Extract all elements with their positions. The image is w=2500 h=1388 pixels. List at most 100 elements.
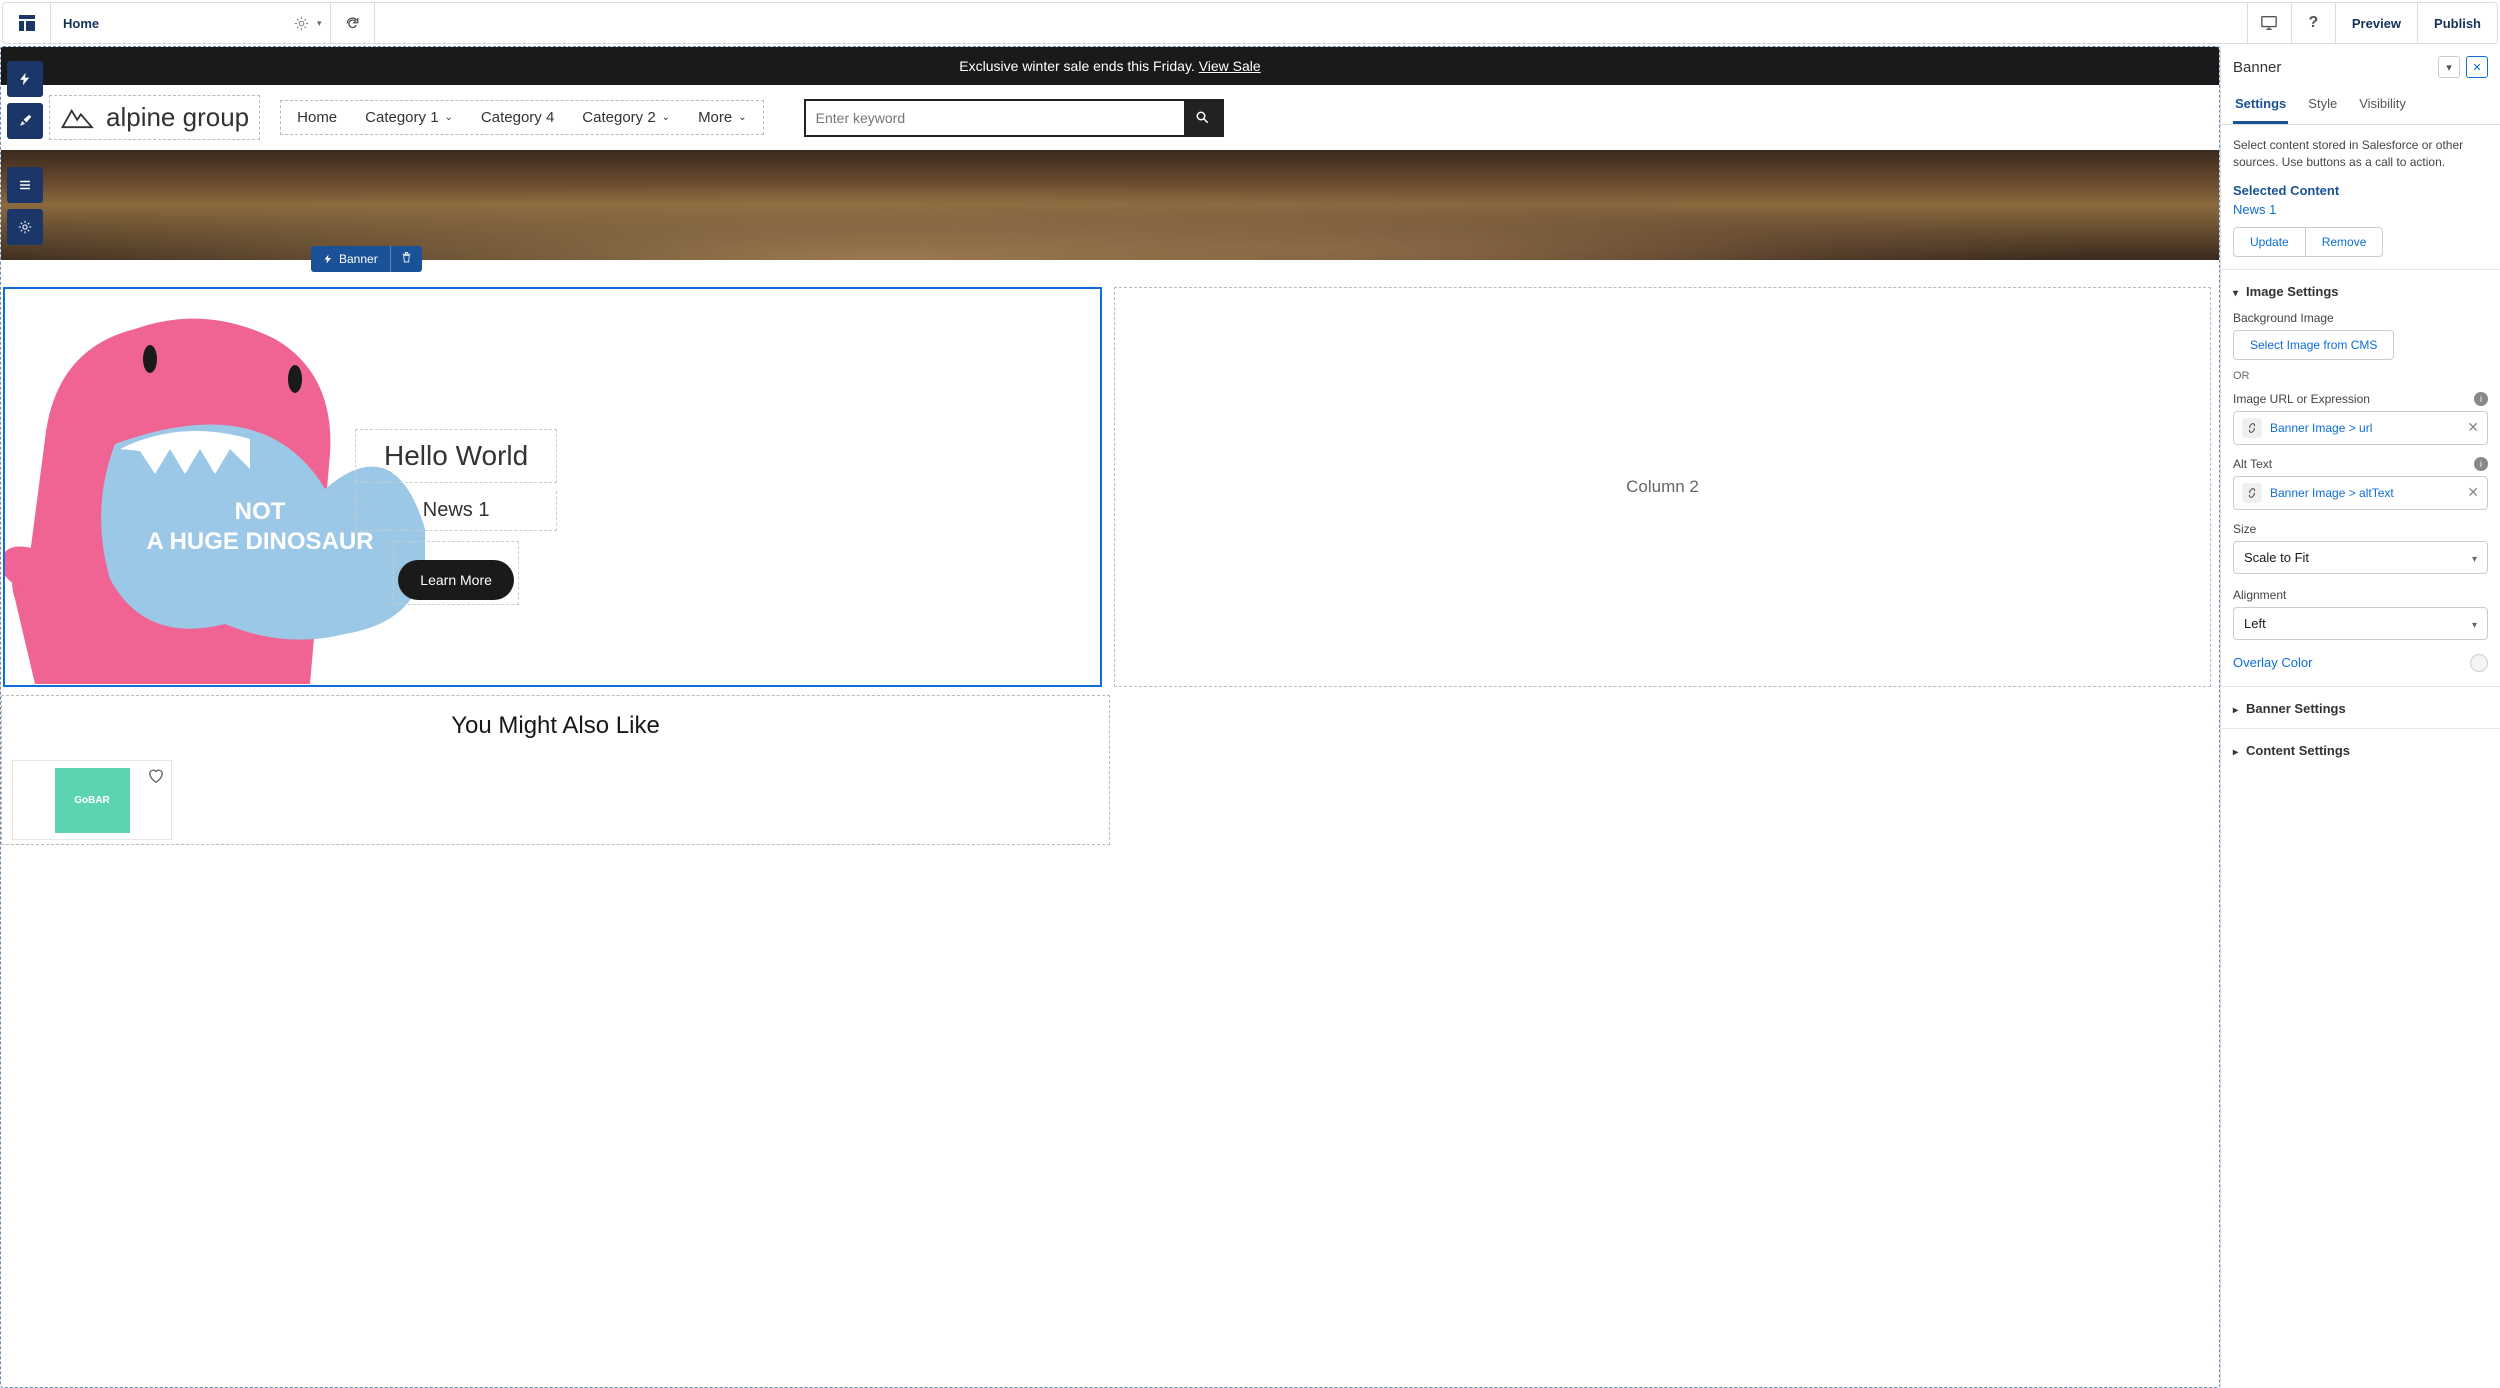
help-button[interactable]: ?	[2291, 3, 2335, 43]
panel-description: Select content stored in Salesforce or o…	[2233, 137, 2488, 171]
info-icon[interactable]: i	[2474, 457, 2488, 471]
alignment-value: Left	[2244, 616, 2472, 631]
preview-button[interactable]: Preview	[2335, 3, 2417, 43]
banner-title[interactable]: Hello World	[355, 429, 557, 483]
hero-image	[1, 150, 2219, 260]
tab-visibility[interactable]: Visibility	[2357, 88, 2408, 124]
close-icon: ✕	[2472, 61, 2481, 74]
heart-icon[interactable]	[147, 767, 165, 785]
banner-subtitle[interactable]: News 1	[355, 491, 557, 531]
chevron-down-icon: ⌄	[445, 112, 453, 123]
link-icon	[2242, 418, 2262, 438]
product-image: GoBAR	[55, 768, 130, 833]
banner-settings-accordion[interactable]: Banner Settings	[2233, 701, 2488, 716]
components-button[interactable]	[7, 61, 43, 97]
mountain-icon	[60, 107, 98, 129]
image-settings-accordion[interactable]: Image Settings	[2233, 284, 2488, 299]
you-might-also-like: You Might Also Like GoBAR	[1, 695, 1110, 845]
content-settings-accordion[interactable]: Content Settings	[2233, 743, 2488, 758]
tab-style[interactable]: Style	[2306, 88, 2339, 124]
tab-settings[interactable]: Settings	[2233, 88, 2288, 124]
size-select[interactable]: Scale to Fit	[2233, 541, 2488, 574]
search-input[interactable]	[806, 110, 1184, 126]
column-2-placeholder[interactable]: Column 2	[1114, 287, 2211, 687]
chevron-down-icon: ⌄	[662, 112, 670, 123]
refresh-button[interactable]	[331, 3, 375, 43]
clear-alt-text-button[interactable]: ✕	[2467, 484, 2479, 501]
panel-tabs: Settings Style Visibility	[2221, 88, 2500, 125]
toolbar-right: ? Preview Publish	[2247, 3, 2497, 43]
content-button-group: Update Remove	[2233, 227, 2488, 257]
panel-dropdown-button[interactable]: ▾	[2438, 56, 2460, 78]
desktop-icon	[2260, 14, 2278, 32]
theme-button[interactable]	[7, 103, 43, 139]
component-delete-button[interactable]	[390, 246, 422, 272]
overlay-color-label[interactable]: Overlay Color	[2233, 655, 2470, 670]
divider	[2221, 269, 2500, 270]
image-url-value: Banner Image > url	[2270, 421, 2459, 435]
overlay-color-swatch[interactable]	[2470, 654, 2488, 672]
builder-logo[interactable]	[3, 3, 51, 43]
product-card[interactable]: GoBAR	[12, 760, 172, 840]
component-tag-label[interactable]: Banner	[311, 246, 390, 272]
banner-component[interactable]: NOT A HUGE DINOSAUR Hello World News 1 L…	[3, 287, 1102, 687]
banner-cta-button[interactable]: Learn More	[398, 560, 514, 600]
divider	[2221, 686, 2500, 687]
column-2-text: Column 2	[1626, 477, 1699, 497]
select-image-button[interactable]: Select Image from CMS	[2233, 330, 2394, 360]
search-icon	[1195, 110, 1210, 125]
search-button[interactable]	[1184, 101, 1222, 135]
paintbrush-icon	[18, 114, 32, 128]
nav-more[interactable]: More ⌄	[698, 109, 747, 126]
svg-text:NOT: NOT	[235, 498, 286, 525]
search-box	[804, 99, 1224, 137]
alt-text-value: Banner Image > altText	[2270, 486, 2459, 500]
panel-close-button[interactable]: ✕	[2466, 56, 2488, 78]
left-rail	[7, 61, 43, 245]
settings-button[interactable]	[7, 209, 43, 245]
alignment-select[interactable]: Left	[2233, 607, 2488, 640]
nav-category-1[interactable]: Category 1 ⌄	[365, 109, 453, 126]
nav-category-4[interactable]: Category 4	[481, 109, 554, 126]
promo-bar: Exclusive winter sale ends this Friday. …	[1, 47, 2219, 85]
clear-image-url-button[interactable]: ✕	[2467, 419, 2479, 436]
panel-title: Banner	[2233, 59, 2438, 76]
gear-icon[interactable]	[294, 16, 309, 31]
banner-content: Hello World News 1 Learn More	[355, 429, 557, 605]
chevron-down-icon: ⌄	[738, 112, 746, 123]
promo-link[interactable]: View Sale	[1199, 58, 1261, 74]
property-panel: Banner ▾ ✕ Settings Style Visibility Sel…	[2220, 46, 2500, 1388]
page-name-display[interactable]: Home	[51, 3, 286, 43]
update-content-button[interactable]: Update	[2233, 227, 2306, 257]
or-text: OR	[2233, 370, 2488, 382]
also-like-title: You Might Also Like	[6, 712, 1105, 740]
alt-text-field[interactable]: Banner Image > altText ✕	[2233, 476, 2488, 510]
remove-content-button[interactable]: Remove	[2306, 227, 2384, 257]
nav-category-2[interactable]: Category 2 ⌄	[582, 109, 670, 126]
refresh-icon	[345, 16, 360, 31]
alignment-label: Alignment	[2233, 588, 2488, 602]
link-icon	[2242, 483, 2262, 503]
page-structure-button[interactable]	[7, 167, 43, 203]
info-icon[interactable]: i	[2474, 392, 2488, 406]
dropdown-caret-icon[interactable]: ▾	[317, 18, 322, 29]
chevron-down-icon	[2233, 284, 2238, 299]
image-url-field[interactable]: Banner Image > url ✕	[2233, 411, 2488, 445]
trash-icon	[401, 252, 412, 263]
nav-home[interactable]: Home	[297, 109, 337, 126]
canvas: Exclusive winter sale ends this Friday. …	[0, 46, 2220, 1388]
component-tag: Banner	[311, 246, 422, 272]
image-url-label: Image URL or Expression i	[2233, 392, 2488, 406]
publish-button[interactable]: Publish	[2417, 3, 2497, 43]
gear-icon	[18, 220, 32, 234]
site-header: alpine group Home Category 1 ⌄ Category …	[1, 85, 2219, 150]
background-image-label: Background Image	[2233, 311, 2488, 325]
desktop-view-button[interactable]	[2247, 3, 2291, 43]
site-logo[interactable]: alpine group	[49, 95, 260, 140]
overlay-color-row: Overlay Color	[2233, 654, 2488, 672]
builder-top-toolbar: Home ▾ ? Preview Publish	[2, 2, 2498, 44]
selected-content-value: News 1	[2233, 202, 2488, 217]
selected-content-label: Selected Content	[2233, 183, 2488, 198]
size-value: Scale to Fit	[2244, 550, 2472, 565]
panel-body: Select content stored in Salesforce or o…	[2221, 125, 2500, 1388]
